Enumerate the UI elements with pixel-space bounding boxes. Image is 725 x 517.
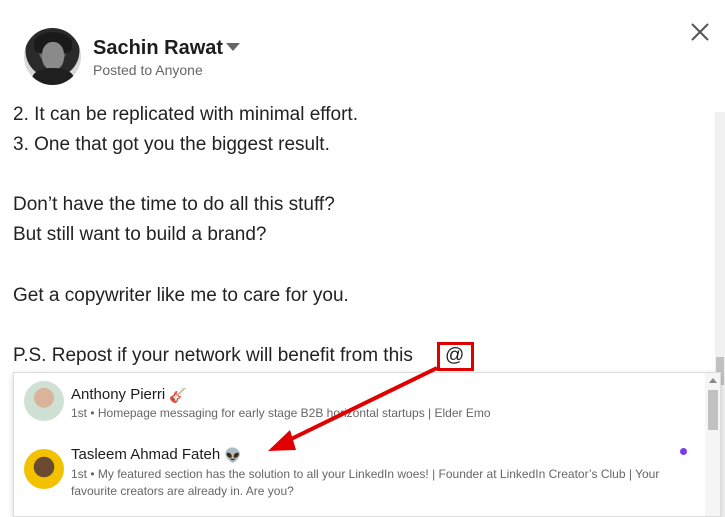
mention-option[interactable]: Anthony Pierri 🎸 1st • Homepage messaging… [14, 373, 704, 431]
post-line: 2. It can be replicated with minimal eff… [13, 104, 358, 125]
post-line: Get a copywriter like me to care for you… [13, 285, 349, 306]
guitar-icon: 🎸 [169, 386, 187, 403]
mention-description: 1st • Homepage messaging for early stage… [71, 406, 491, 420]
mention-description: 1st • My featured section has the soluti… [71, 467, 660, 498]
scroll-up-icon[interactable] [709, 378, 717, 383]
user-name[interactable]: Sachin Rawat [93, 37, 223, 60]
unread-dot [680, 448, 687, 455]
close-icon[interactable] [688, 20, 712, 44]
visibility-label[interactable]: Posted to Anyone [93, 62, 203, 78]
post-text-editor[interactable]: 2. It can be replicated with minimal eff… [0, 100, 715, 370]
at-annotation-box [437, 342, 474, 371]
avatar [24, 449, 64, 489]
post-line: Don’t have the time to do all this stuff… [13, 194, 335, 215]
mention-suggestions: Anthony Pierri 🎸 1st • Homepage messaging… [13, 372, 721, 517]
mention-option[interactable]: Tasleem Ahmad Fateh 👽 1st • My featured s… [14, 431, 704, 516]
caret-down-icon[interactable] [226, 43, 240, 51]
user-avatar [24, 28, 81, 85]
post-composer-header: Sachin Rawat Posted to Anyone [0, 0, 725, 100]
post-line: P.S. Repost if your network will benefit… [13, 345, 413, 366]
avatar [24, 381, 64, 421]
mention-name: Anthony Pierri 🎸 [71, 386, 187, 403]
dropdown-scrollbar[interactable] [705, 373, 720, 516]
alien-icon: 👽 [224, 446, 242, 463]
post-line: 3. One that got you the biggest result. [13, 134, 330, 155]
post-line: But still want to build a brand? [13, 224, 267, 245]
mention-name: Tasleem Ahmad Fateh 👽 [71, 446, 242, 463]
